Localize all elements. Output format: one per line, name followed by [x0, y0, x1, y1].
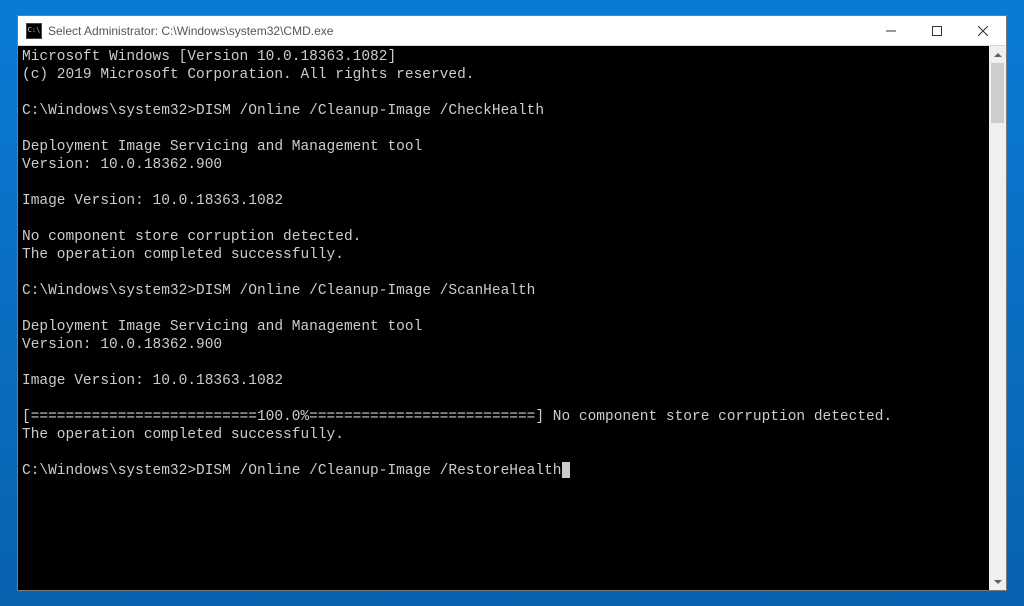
scroll-down-button[interactable]	[989, 573, 1006, 590]
terminal-line	[22, 444, 985, 462]
terminal-line	[22, 210, 985, 228]
terminal-line	[22, 390, 985, 408]
terminal-line: C:\Windows\system32>DISM /Online /Cleanu…	[22, 102, 985, 120]
scroll-thumb[interactable]	[991, 63, 1004, 123]
terminal[interactable]: Microsoft Windows [Version 10.0.18363.10…	[18, 46, 989, 590]
terminal-line	[22, 84, 985, 102]
terminal-line: The operation completed successfully.	[22, 246, 985, 264]
chevron-down-icon	[994, 580, 1002, 584]
terminal-line	[22, 174, 985, 192]
terminal-line: Deployment Image Servicing and Managemen…	[22, 138, 985, 156]
content-area: Microsoft Windows [Version 10.0.18363.10…	[18, 46, 1006, 590]
maximize-icon	[932, 26, 942, 36]
terminal-line: Image Version: 10.0.18363.1082	[22, 372, 985, 390]
minimize-button[interactable]	[868, 16, 914, 45]
terminal-line: Image Version: 10.0.18363.1082	[22, 192, 985, 210]
window-title: Select Administrator: C:\Windows\system3…	[48, 24, 868, 38]
maximize-button[interactable]	[914, 16, 960, 45]
terminal-line: (c) 2019 Microsoft Corporation. All righ…	[22, 66, 985, 84]
scroll-up-button[interactable]	[989, 46, 1006, 63]
terminal-prompt-text: C:\Windows\system32>DISM /Online /Cleanu…	[22, 463, 562, 479]
terminal-line	[22, 264, 985, 282]
terminal-line	[22, 354, 985, 372]
terminal-line	[22, 300, 985, 318]
cmd-window: C:\ Select Administrator: C:\Windows\sys…	[17, 15, 1007, 591]
close-button[interactable]	[960, 16, 1006, 45]
terminal-line: No component store corruption detected.	[22, 228, 985, 246]
titlebar[interactable]: C:\ Select Administrator: C:\Windows\sys…	[18, 16, 1006, 46]
vertical-scrollbar[interactable]	[989, 46, 1006, 590]
terminal-line: Microsoft Windows [Version 10.0.18363.10…	[22, 48, 985, 66]
terminal-line: Version: 10.0.18362.900	[22, 336, 985, 354]
window-controls	[868, 16, 1006, 45]
scroll-track[interactable]	[989, 63, 1006, 573]
terminal-cursor	[562, 462, 570, 478]
terminal-line	[22, 120, 985, 138]
cmd-icon: C:\	[26, 23, 42, 39]
minimize-icon	[886, 26, 896, 36]
chevron-up-icon	[994, 53, 1002, 57]
terminal-prompt-line[interactable]: C:\Windows\system32>DISM /Online /Cleanu…	[22, 462, 985, 480]
terminal-line: [==========================100.0%=======…	[22, 408, 985, 426]
terminal-line: Version: 10.0.18362.900	[22, 156, 985, 174]
terminal-line: The operation completed successfully.	[22, 426, 985, 444]
terminal-line: C:\Windows\system32>DISM /Online /Cleanu…	[22, 282, 985, 300]
terminal-line: Deployment Image Servicing and Managemen…	[22, 318, 985, 336]
close-icon	[978, 26, 988, 36]
